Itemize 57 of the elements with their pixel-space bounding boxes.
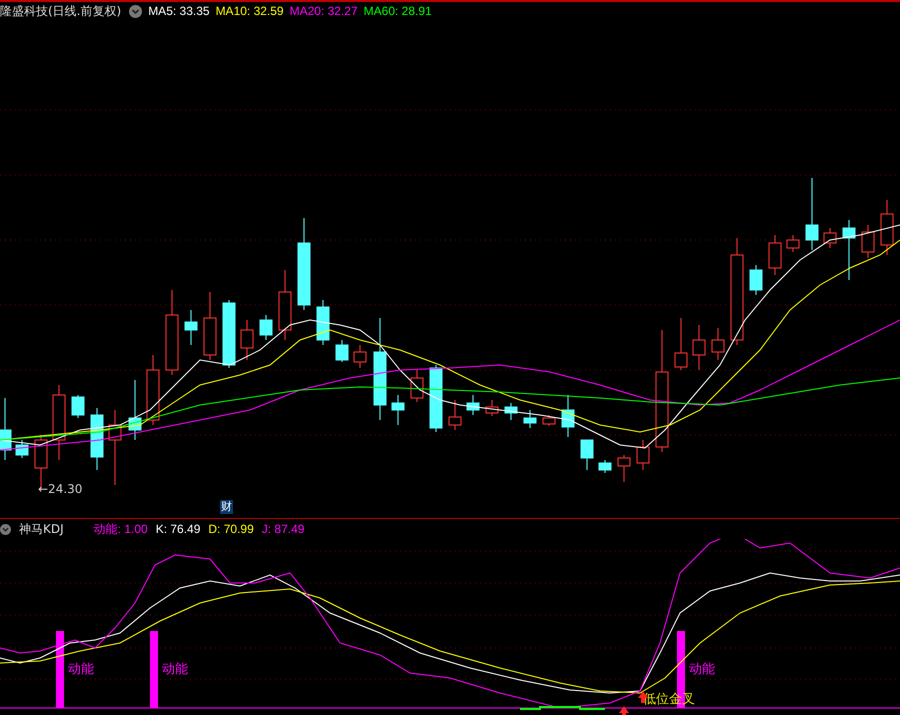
momentum-label: 动能 xyxy=(689,662,715,677)
candlestick xyxy=(146,354,160,426)
candlestick xyxy=(466,394,480,416)
candlestick xyxy=(204,292,216,360)
candlestick xyxy=(240,320,254,360)
dropdown-icon[interactable] xyxy=(129,4,142,18)
candlestick xyxy=(598,460,612,474)
momentum-label: 动能 xyxy=(162,662,188,677)
ma-value: MA10: 32.59 xyxy=(216,4,284,18)
indicator-title: 神马KDJ xyxy=(19,520,64,538)
low-price-label: ←24.30 xyxy=(38,482,82,496)
ma-value: MA5: 33.35 xyxy=(148,4,210,18)
candlestick xyxy=(712,328,724,360)
indicator-value: K: 76.49 xyxy=(156,522,200,536)
candlestick xyxy=(842,220,856,280)
candlestick xyxy=(524,410,536,428)
candlestick xyxy=(16,440,28,458)
ma-value: MA60: 28.91 xyxy=(364,4,432,18)
finance-badge[interactable]: 财 xyxy=(220,500,233,514)
indicator-value: D: 70.99 xyxy=(208,522,254,536)
candlestick xyxy=(768,234,782,276)
candlestick xyxy=(486,400,498,416)
candlestick xyxy=(562,394,574,438)
candlestick xyxy=(410,370,424,402)
up-arrow-icon xyxy=(619,706,629,715)
candlestick xyxy=(824,228,836,248)
candlestick xyxy=(880,200,894,256)
momentum-label: 动能 xyxy=(68,662,94,677)
candlestick xyxy=(128,380,142,440)
candlestick xyxy=(786,234,800,252)
candlestick xyxy=(430,364,442,432)
candlestick xyxy=(184,310,198,346)
candlestick xyxy=(336,340,348,362)
candlestick xyxy=(692,324,706,370)
candlestick xyxy=(354,344,366,368)
candlestick xyxy=(618,454,630,482)
candlestick xyxy=(90,408,104,470)
candlestick xyxy=(750,264,762,296)
candlestick xyxy=(580,440,594,470)
candlestick xyxy=(392,394,404,426)
candlestick xyxy=(72,394,84,418)
candlestick xyxy=(674,318,688,370)
candlestick xyxy=(448,400,462,430)
candlestick xyxy=(636,440,650,470)
stock-title: 隆盛科技(日线.前复权) xyxy=(0,2,122,20)
ma-value: MA20: 32.27 xyxy=(290,4,358,18)
dropdown-icon[interactable] xyxy=(0,524,11,534)
candlestick xyxy=(542,414,556,426)
candlestick xyxy=(316,300,330,346)
candlestick xyxy=(260,314,272,340)
indicator-value: J: 87.49 xyxy=(262,522,304,536)
candlestick xyxy=(504,402,518,420)
candlestick xyxy=(278,270,292,340)
candlestick xyxy=(862,224,874,258)
indicator-value: 动能: 1.00 xyxy=(94,520,148,538)
candlestick xyxy=(222,300,236,368)
candlestick xyxy=(0,398,12,460)
